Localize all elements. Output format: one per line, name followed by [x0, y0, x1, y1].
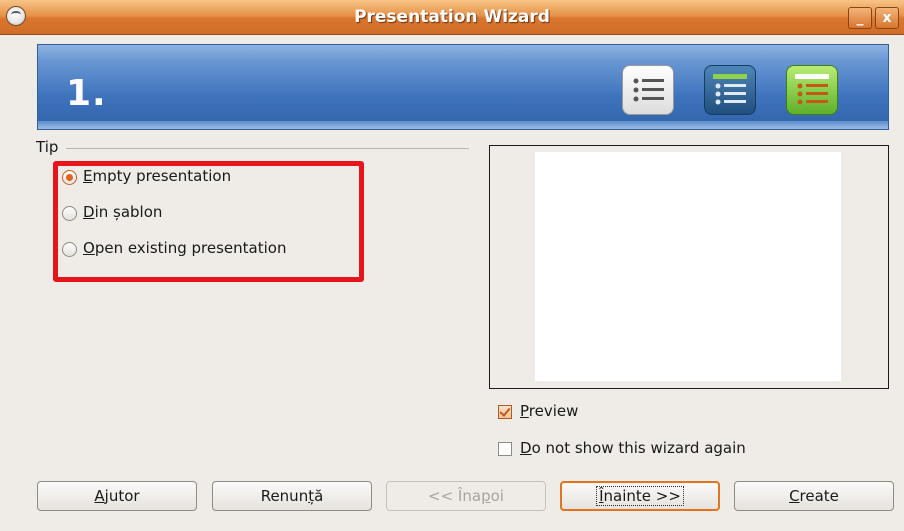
dont-show-label: Do not show this wizard again	[520, 439, 746, 457]
help-button[interactable]: Ajutor	[37, 481, 197, 511]
wizard-banner: 1.	[37, 44, 889, 130]
back-button[interactable]: << Înapoi	[386, 481, 546, 511]
minimize-button[interactable]: _	[848, 7, 872, 29]
dark-list-page-icon	[704, 65, 756, 115]
dont-show-checkbox[interactable]	[498, 442, 512, 456]
group-separator	[66, 148, 469, 149]
close-button[interactable]: x	[875, 7, 899, 29]
close-icon: x	[882, 10, 892, 26]
cancel-button[interactable]: Renunță	[212, 481, 372, 511]
type-group-label: Tip	[36, 138, 59, 156]
minimize-icon: _	[856, 10, 864, 26]
list-page-icon	[622, 65, 674, 115]
create-button[interactable]: Create	[734, 481, 894, 511]
step-number: 1.	[66, 73, 107, 114]
highlight-annotation-box	[53, 161, 364, 282]
next-button[interactable]: Înainte >>	[560, 481, 720, 511]
preview-checkbox[interactable]	[498, 405, 512, 419]
green-list-page-icon	[786, 65, 838, 115]
preview-page	[535, 152, 841, 381]
window-title: Presentation Wizard	[354, 7, 550, 27]
preview-label: Preview	[520, 402, 579, 420]
